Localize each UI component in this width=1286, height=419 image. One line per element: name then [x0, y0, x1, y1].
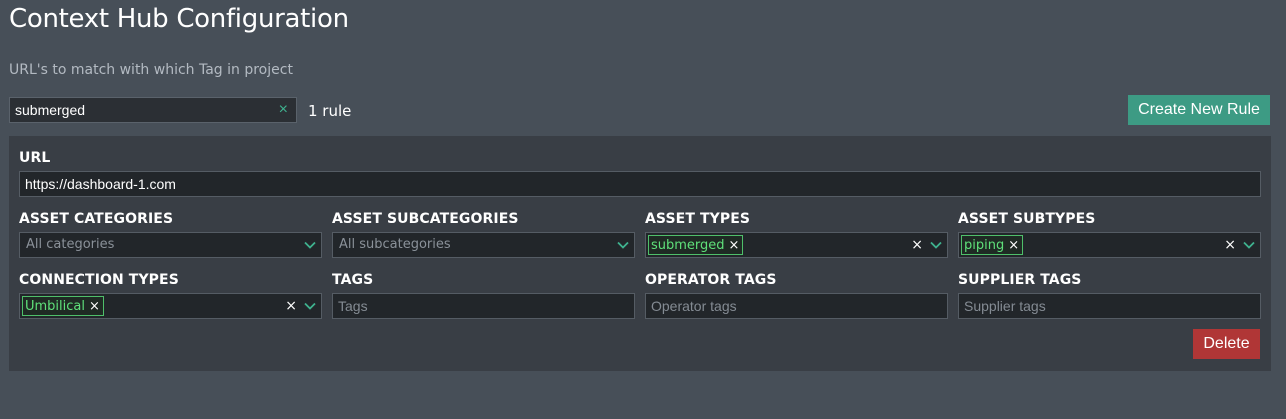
clear-selection-icon[interactable]: × — [1224, 236, 1236, 254]
remove-chip-icon[interactable]: × — [89, 299, 100, 314]
connection-type-chip: Umbilical × — [22, 296, 104, 316]
search-field[interactable]: × — [9, 97, 297, 123]
page-subtitle: URL's to match with which Tag in project — [9, 62, 293, 78]
asset-subcategories-label: ASSET SUBCATEGORIES — [332, 211, 519, 227]
asset-subtype-chip: piping × — [961, 235, 1024, 255]
asset-categories-label: ASSET CATEGORIES — [19, 211, 174, 227]
operator-tags-input[interactable] — [646, 294, 947, 318]
connection-types-select[interactable]: Umbilical × × — [19, 293, 322, 319]
rule-count: 1 rule — [308, 102, 352, 120]
tags-label: TAGS — [332, 272, 374, 288]
chip-label: Umbilical — [25, 298, 85, 314]
chevron-down-icon[interactable] — [616, 238, 630, 252]
url-label: URL — [19, 150, 51, 166]
chevron-down-icon[interactable] — [1242, 238, 1256, 252]
url-field[interactable] — [19, 171, 1261, 197]
clear-selection-icon[interactable]: × — [285, 297, 297, 315]
create-new-rule-button[interactable]: Create New Rule — [1128, 95, 1270, 125]
operator-tags-field[interactable] — [645, 293, 948, 319]
chevron-down-icon[interactable] — [303, 299, 317, 313]
asset-types-select[interactable]: submerged × × — [645, 232, 948, 258]
search-input[interactable] — [10, 98, 270, 122]
url-input[interactable] — [20, 172, 1260, 196]
delete-rule-button[interactable]: Delete — [1193, 329, 1260, 359]
tags-input[interactable] — [333, 294, 634, 318]
tags-field[interactable] — [332, 293, 635, 319]
asset-subcategories-select[interactable]: All subcategories — [332, 232, 635, 258]
asset-subtypes-select[interactable]: piping × × — [958, 232, 1261, 258]
supplier-tags-input[interactable] — [959, 294, 1260, 318]
chip-label: piping — [964, 237, 1005, 253]
asset-types-label: ASSET TYPES — [645, 211, 751, 227]
asset-subtypes-label: ASSET SUBTYPES — [958, 211, 1096, 227]
page-title: Context Hub Configuration — [9, 4, 349, 34]
supplier-tags-field[interactable] — [958, 293, 1261, 319]
clear-selection-icon[interactable]: × — [911, 236, 923, 254]
chip-label: submerged — [651, 237, 725, 253]
connection-types-label: CONNECTION TYPES — [19, 272, 179, 288]
clear-search-icon[interactable]: × — [279, 100, 288, 120]
asset-type-chip: submerged × — [648, 235, 744, 255]
supplier-tags-label: SUPPLIER TAGS — [958, 272, 1082, 288]
remove-chip-icon[interactable]: × — [1008, 238, 1019, 253]
asset-categories-select[interactable]: All categories — [19, 232, 322, 258]
operator-tags-label: OPERATOR TAGS — [645, 272, 777, 288]
rule-card: URL ASSET CATEGORIES ASSET SUBCATEGORIES… — [9, 136, 1271, 371]
asset-categories-placeholder: All categories — [26, 237, 115, 252]
asset-subcategories-placeholder: All subcategories — [339, 237, 451, 252]
chevron-down-icon[interactable] — [303, 238, 317, 252]
chevron-down-icon[interactable] — [929, 238, 943, 252]
remove-chip-icon[interactable]: × — [729, 238, 740, 253]
